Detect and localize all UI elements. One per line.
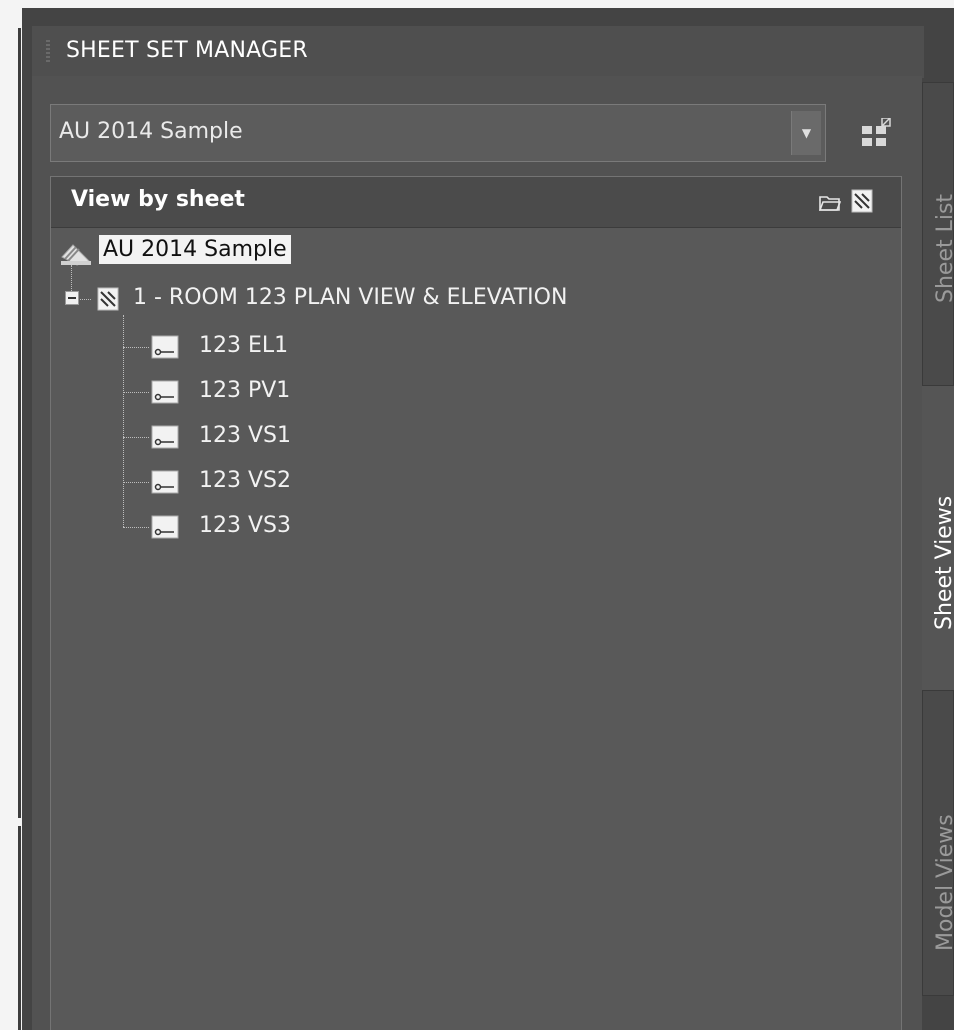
tree-connector [123,437,149,438]
tab-sheet-list-label: Sheet List [933,193,954,303]
tree-view-item[interactable]: 123 VS1 [151,419,351,455]
sheet-tree-panel: View by sheet AU 2014 Sample 1 - ROOM 12… [50,176,902,1030]
sheet-set-dropdown[interactable]: AU 2014 Sample ▼ [50,104,826,162]
tree-view-item[interactable]: 123 VS2 [151,464,351,500]
tree-view-label: 123 EL1 [199,333,289,358]
tree-view-label: 123 PV1 [199,378,291,403]
sheet-set-options-icon[interactable] [860,118,892,150]
view-icon [151,515,179,539]
tree-connector [123,482,149,483]
tab-model-views-label: Model Views [933,814,954,951]
window-border [18,826,21,1030]
view-icon [151,425,179,449]
view-icon [151,470,179,494]
sheet-icon [97,287,119,311]
view-mode-label[interactable]: View by sheet [71,187,245,212]
tree-view-label: 123 VS2 [199,468,291,493]
sheet-icon[interactable] [851,189,873,213]
tree-view-header: View by sheet [51,177,901,228]
collapse-icon[interactable] [65,291,79,305]
tab-model-views[interactable]: Model Views [922,690,954,996]
view-icon [151,380,179,404]
tab-sheet-views-label: Sheet Views [932,495,954,630]
tab-sheet-views[interactable]: Sheet Views [922,386,954,690]
workspace-edge [0,0,22,1030]
tree-sheet-label: 1 - ROOM 123 PLAN VIEW & ELEVATION [133,285,568,310]
tree-connector [123,392,149,393]
chevron-down-icon[interactable]: ▼ [791,111,821,155]
palette-title-bar[interactable]: SHEET SET MANAGER [32,26,924,78]
window-border [18,28,21,818]
tree-view-item[interactable]: 123 EL1 [151,329,351,365]
tab-sheet-list[interactable]: Sheet List [922,82,954,386]
tree-view-label: 123 VS3 [199,513,291,538]
folder-icon[interactable] [819,193,841,213]
tree-connector [123,527,149,528]
tree-view-item[interactable]: 123 PV1 [151,374,351,410]
tree-sheet-item[interactable]: 1 - ROOM 123 PLAN VIEW & ELEVATION [65,281,705,317]
tree-root-label: AU 2014 Sample [99,235,291,264]
tree-connector [123,347,149,348]
tree-root-item[interactable]: AU 2014 Sample [59,235,459,271]
sheet-set-dropdown-value: AU 2014 Sample [59,119,243,144]
palette-content: AU 2014 Sample ▼ View by sheet AU 2014 S… [32,76,922,1030]
tree-view-item[interactable]: 123 VS3 [151,509,351,545]
tree-view-label: 123 VS1 [199,423,291,448]
sheet-set-manager-palette: SHEET SET MANAGER AU 2014 Sample ▼ View … [22,8,954,1030]
palette-title: SHEET SET MANAGER [66,38,308,63]
drag-grip-icon[interactable] [46,40,50,64]
view-icon [151,335,179,359]
sheet-set-icon [61,244,91,266]
